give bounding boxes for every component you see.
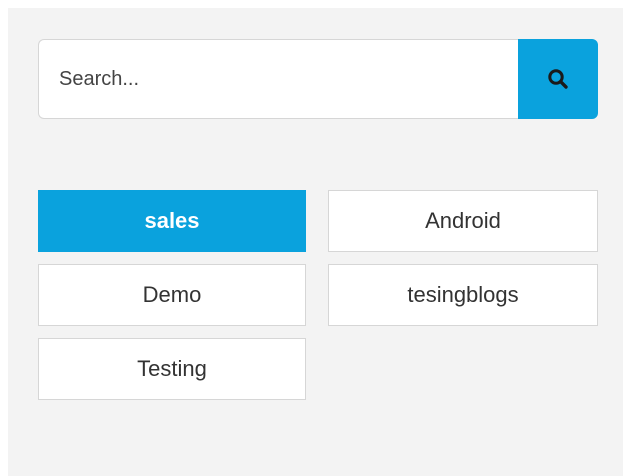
search-icon [548, 69, 568, 89]
tag-testing[interactable]: Testing [38, 338, 306, 400]
tag-android[interactable]: Android [328, 190, 598, 252]
search-form [38, 39, 598, 119]
search-input[interactable] [38, 39, 518, 119]
search-button[interactable] [518, 39, 598, 119]
tag-demo[interactable]: Demo [38, 264, 306, 326]
sidebar-widget-panel: sales Android Demo tesingblogs Testing [8, 8, 623, 476]
tag-sales[interactable]: sales [38, 190, 306, 252]
tag-cloud: sales Android Demo tesingblogs Testing [38, 190, 598, 400]
tag-tesingblogs[interactable]: tesingblogs [328, 264, 598, 326]
